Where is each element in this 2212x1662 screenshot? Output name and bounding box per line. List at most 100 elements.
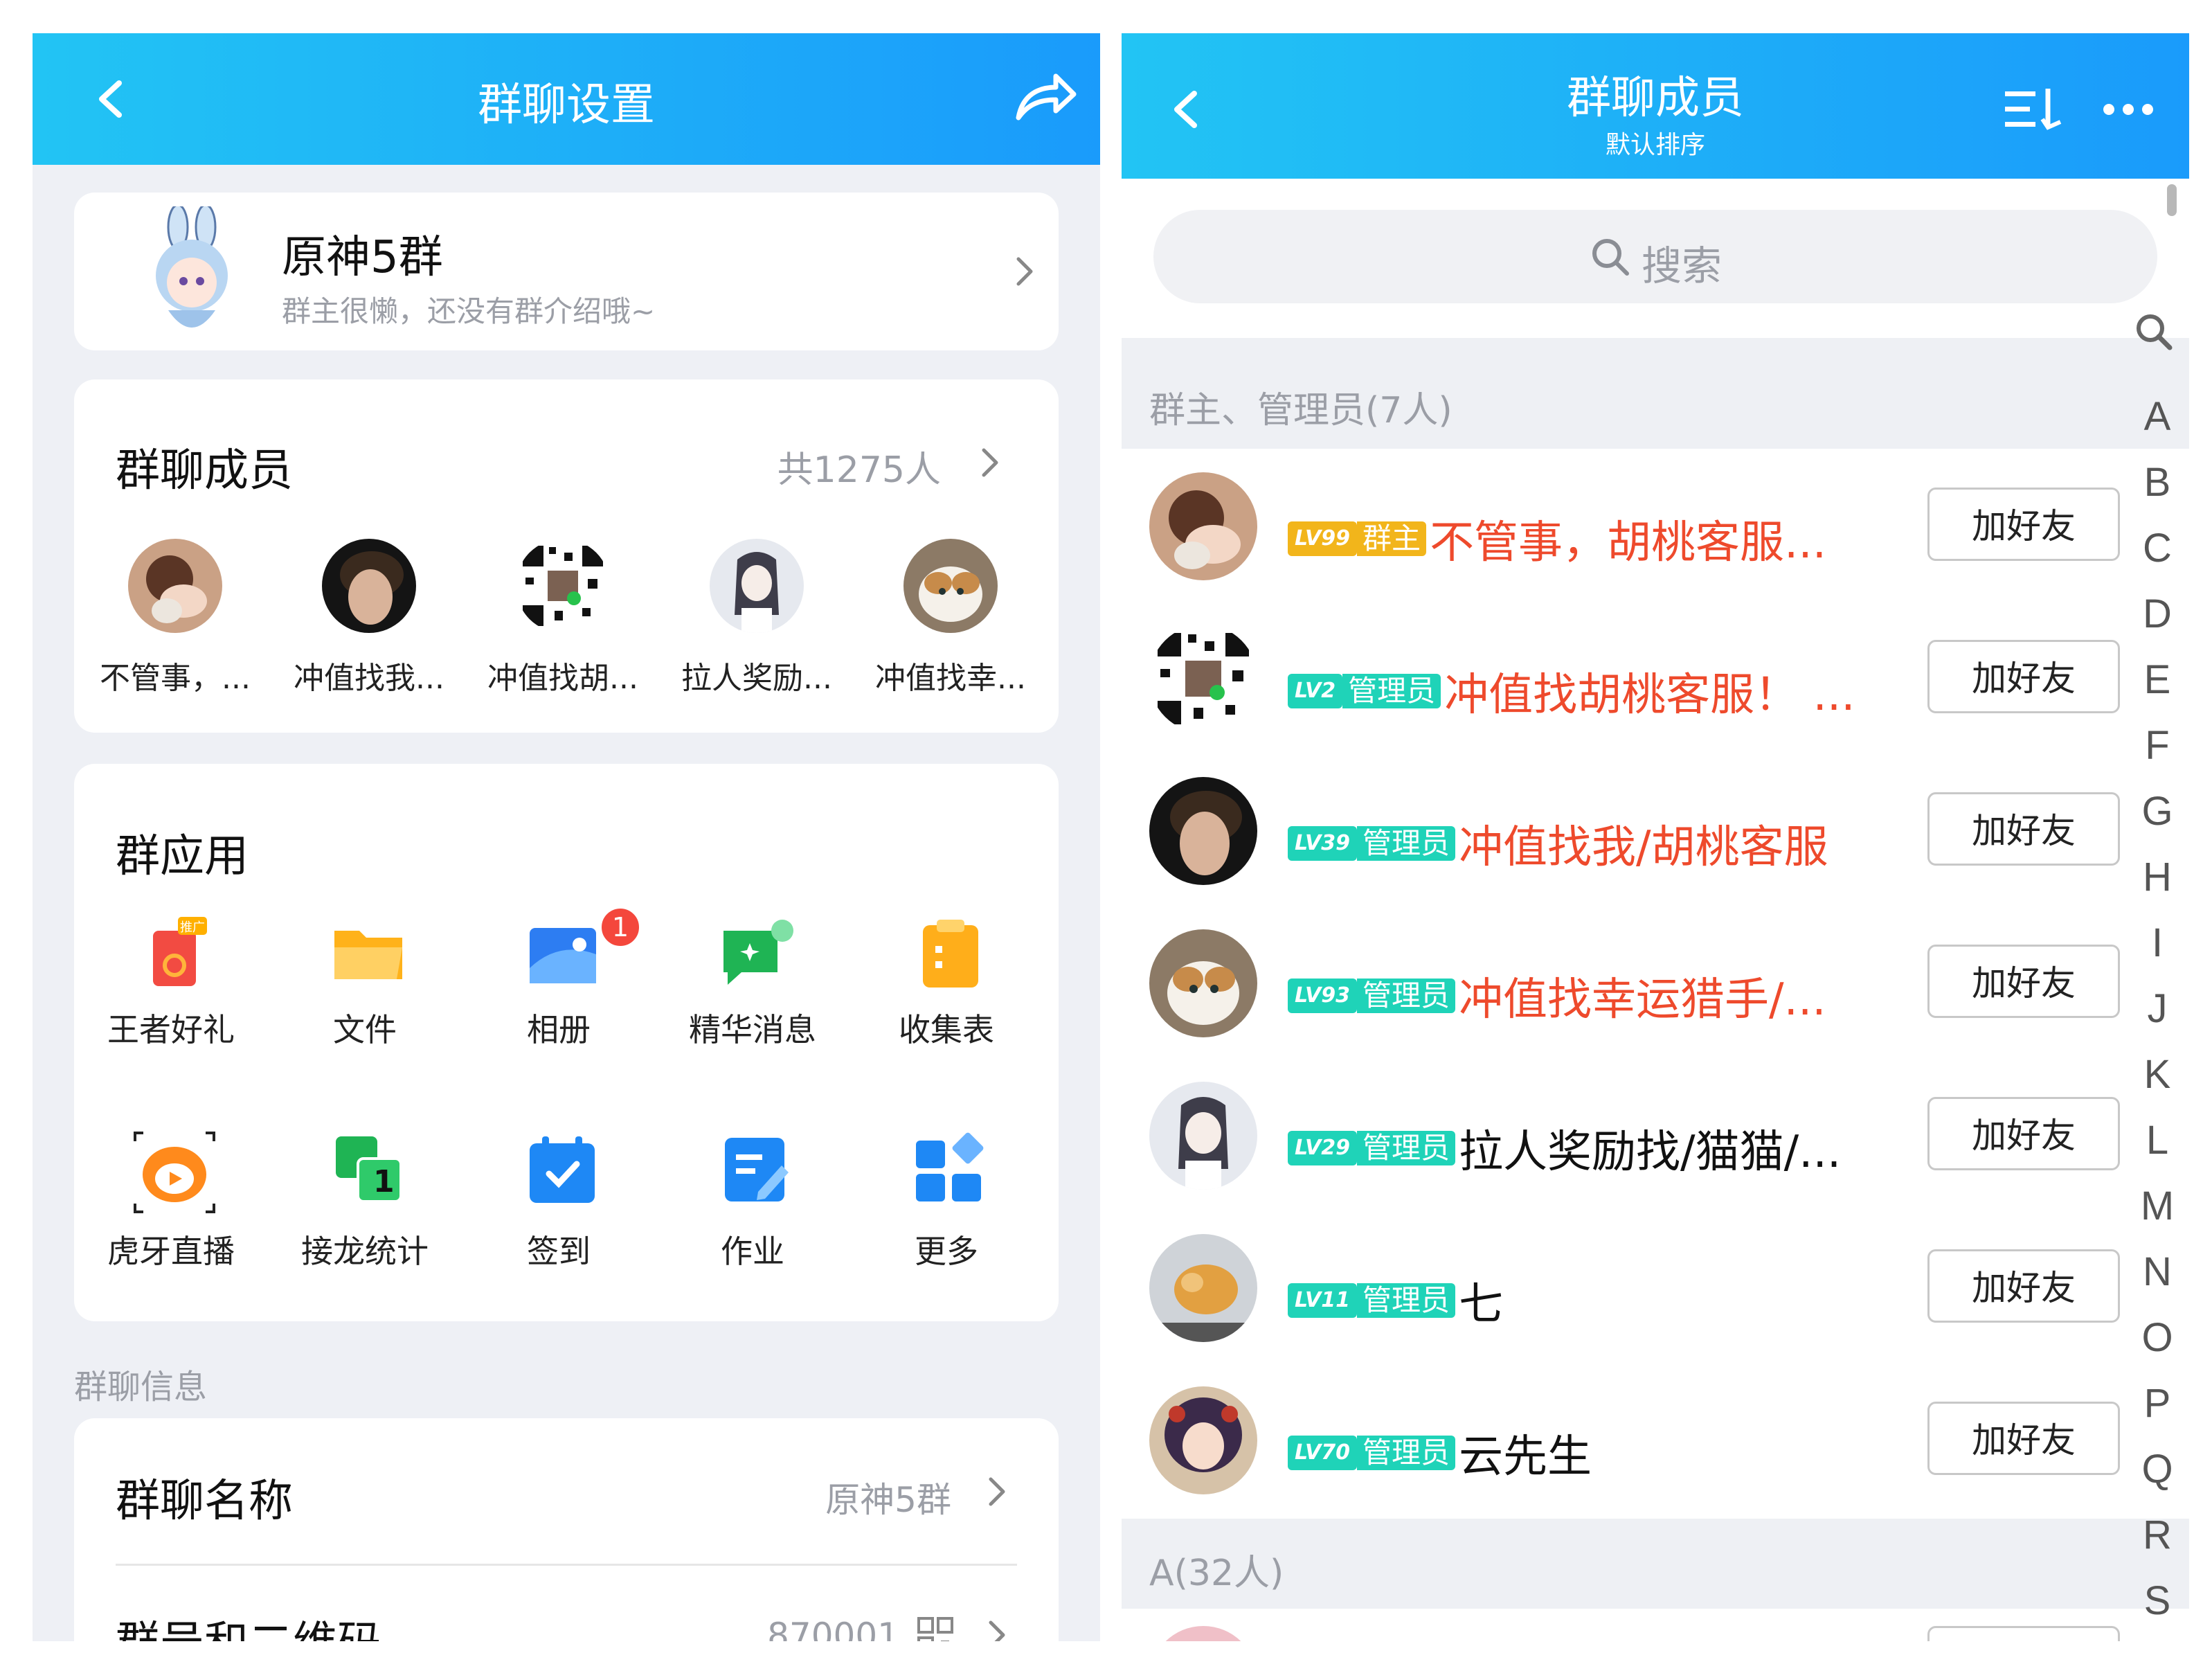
app-label: 王者好礼 — [107, 1011, 235, 1048]
index-letter[interactable]: K — [2137, 1051, 2178, 1098]
member-avatar[interactable] — [322, 539, 416, 633]
member-avatar — [1149, 777, 1257, 885]
role-badge: 管理员 — [1356, 1283, 1455, 1318]
member-avatar — [1149, 625, 1257, 733]
role-badge: 管理员 — [1356, 1436, 1455, 1470]
member-row[interactable]: LV93 管理员 冲值找幸运猎手/... 加好友 — [1122, 906, 2189, 1058]
album-icon[interactable] — [524, 913, 600, 989]
member-name: 拉人奖励... — [681, 661, 832, 696]
more-apps-icon[interactable] — [912, 1131, 988, 1207]
member-name: 七 — [1459, 1279, 1504, 1330]
member-avatar — [1149, 1234, 1257, 1342]
folder-icon[interactable] — [330, 913, 406, 989]
index-letter[interactable]: J — [2137, 985, 2178, 1032]
row-value: 原神5群 — [825, 1480, 951, 1520]
group-number-row[interactable]: 群号和二维码 870001 — [74, 1566, 1059, 1641]
add-friend-button[interactable]: 加好友 — [1927, 640, 2120, 713]
group-info-card: 群聊名称 原神5群 群号和二维码 870001 — [74, 1418, 1059, 1641]
add-friend-button[interactable]: 加好友 — [1927, 1249, 2120, 1323]
member-name: 不管事，... — [100, 661, 251, 696]
member-avatar[interactable] — [516, 539, 610, 633]
member-name: 拉人奖励找/猫猫/... — [1459, 1127, 1842, 1178]
checkin-calendar-icon[interactable] — [524, 1131, 600, 1207]
role-badge: 管理员 — [1342, 674, 1441, 708]
member-avatar — [1149, 472, 1257, 580]
member-row[interactable]: LV99 群主 不管事，胡桃客服... 加好友 — [1122, 449, 2189, 601]
header: 群聊成员 默认排序 — [1122, 33, 2189, 179]
level-badge: LV2 — [1288, 674, 1343, 708]
share-button[interactable] — [1010, 68, 1079, 130]
index-letter[interactable]: N — [2137, 1249, 2178, 1295]
index-letter[interactable]: O — [2137, 1314, 2178, 1361]
index-letter[interactable]: D — [2137, 591, 2178, 637]
group-name-row[interactable]: 群聊名称 原神5群 — [74, 1418, 1059, 1564]
level-badge: LV99 — [1288, 521, 1357, 556]
row-value: 870001 — [767, 1616, 899, 1641]
add-friend-button[interactable]: 加好友 — [1927, 945, 2120, 1018]
index-letter[interactable]: P — [2137, 1380, 2178, 1427]
index-letter[interactable]: L — [2137, 1117, 2178, 1163]
section-label: 群主、管理员(7人) — [1149, 390, 1453, 431]
member-row[interactable]: LV2 管理员 冲值找胡桃客服！ ... 加好友 — [1122, 601, 2189, 753]
index-letter[interactable]: M — [2137, 1183, 2178, 1229]
promo-tag: 推广 — [180, 920, 205, 935]
share-icon — [1016, 73, 1077, 120]
svg-text:1: 1 — [373, 1164, 395, 1199]
group-profile-card[interactable]: 原神5群 群主很懒，还没有群介绍哦~ — [74, 193, 1059, 350]
member-name: 冲值找胡桃客服！ ... — [1444, 670, 1855, 721]
add-friend-button[interactable]: 加好友 — [1927, 792, 2120, 866]
member-row[interactable]: LV70 管理员 云先生 加好友 — [1122, 1363, 2189, 1515]
add-friend-button[interactable] — [1927, 1626, 2120, 1641]
index-letter[interactable]: A — [2137, 393, 2178, 440]
member-avatar[interactable] — [903, 539, 998, 633]
index-letter[interactable]: F — [2137, 722, 2178, 769]
index-letter[interactable]: Q — [2137, 1446, 2178, 1492]
gift-icon[interactable]: 推广 — [136, 913, 213, 989]
app-label: 作业 — [721, 1233, 784, 1270]
level-badge: LV70 — [1288, 1436, 1357, 1470]
group-members-screen: 群聊成员 默认排序 搜索 群主、管理员(7人) LV99 群主 不管事，胡桃客服.… — [1122, 33, 2189, 1641]
member-row[interactable]: LV39 管理员 冲值找我/胡桃客服 加好友 — [1122, 753, 2189, 906]
level-badge: LV11 — [1288, 1283, 1357, 1318]
homework-icon[interactable] — [718, 1131, 794, 1207]
add-friend-button[interactable]: 加好友 — [1927, 1097, 2120, 1170]
sort-icon — [2005, 89, 2062, 130]
app-label: 文件 — [333, 1011, 397, 1048]
row-label: 群聊名称 — [116, 1476, 293, 1527]
member-avatar — [1149, 1386, 1257, 1494]
add-friend-button[interactable]: 加好友 — [1927, 1402, 2120, 1475]
member-avatar[interactable] — [128, 539, 222, 633]
index-letter[interactable]: C — [2137, 525, 2178, 571]
section-label: 群聊信息 — [74, 1368, 208, 1406]
member-avatar — [1149, 1082, 1257, 1190]
member-avatar — [1149, 929, 1257, 1037]
members-count: 共1275人 — [777, 449, 941, 491]
members-title: 群聊成员 — [116, 445, 293, 497]
search-input[interactable]: 搜索 — [1153, 210, 2157, 303]
group-members-card[interactable]: 群聊成员 共1275人 不管事，... 冲值找我... 冲值找胡... 拉人奖励 — [74, 379, 1059, 733]
member-avatar — [1149, 1626, 1257, 1641]
index-letter[interactable]: G — [2137, 788, 2178, 834]
index-letter[interactable]: E — [2137, 656, 2178, 703]
star-message-icon[interactable] — [718, 913, 794, 989]
unread-badge: 1 — [599, 906, 642, 949]
huya-live-icon[interactable] — [129, 1127, 219, 1217]
section-label: A(32人) — [1149, 1553, 1284, 1594]
member-row[interactable]: LV29 管理员 拉人奖励找/猫猫/... 加好友 — [1122, 1058, 2189, 1210]
add-friend-button[interactable]: 加好友 — [1927, 488, 2120, 561]
clipboard-icon[interactable] — [912, 913, 988, 989]
index-letter[interactable]: R — [2137, 1512, 2178, 1558]
member-row[interactable]: LV11 管理员 七 加好友 — [1122, 1210, 2189, 1363]
app-label: 精华消息 — [689, 1011, 816, 1048]
alphabet-index[interactable]: ABCDEFGHIJKLMNOPQRS — [2120, 33, 2189, 1641]
member-avatar[interactable] — [710, 539, 804, 633]
relay-icon[interactable]: 1 — [330, 1131, 406, 1207]
index-letter[interactable]: I — [2137, 920, 2178, 966]
sort-button[interactable] — [2001, 80, 2070, 136]
index-letter[interactable]: H — [2137, 854, 2178, 900]
index-letter[interactable]: S — [2137, 1578, 2178, 1624]
member-list: LV99 群主 不管事，胡桃客服... 加好友 LV2 管理员 冲值找胡桃客服！ .… — [1122, 449, 2189, 1519]
group-avatar — [136, 204, 247, 338]
index-letter[interactable]: B — [2137, 459, 2178, 506]
group-name: 原神5群 — [282, 232, 443, 283]
